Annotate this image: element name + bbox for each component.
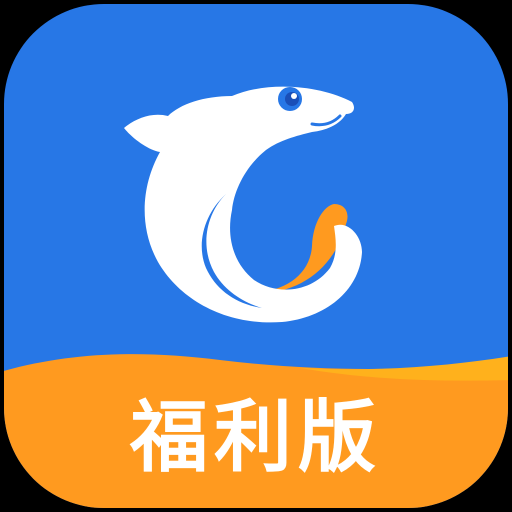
badge-label: 福利版 [129,393,382,483]
